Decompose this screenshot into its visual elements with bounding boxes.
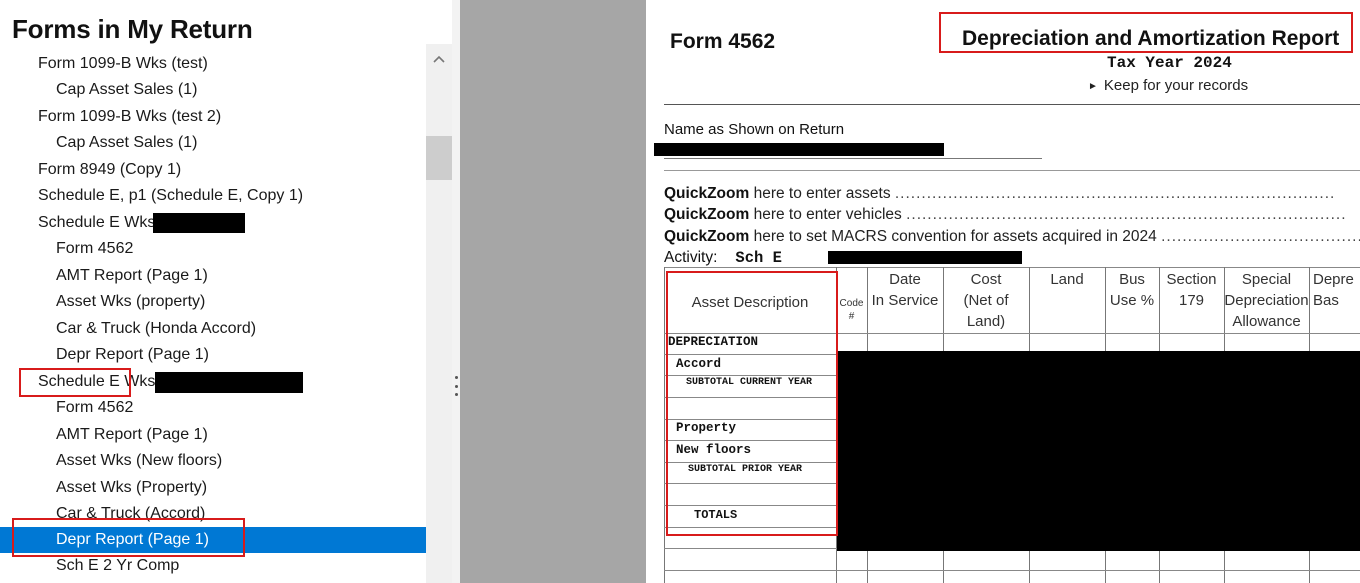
tree-item-cap-asset-sales-2[interactable]: Cap Asset Sales (1): [0, 130, 426, 156]
highlight-box-asset-description: [666, 271, 838, 536]
redaction: [654, 143, 944, 156]
tree-item-asset-wks-property-2[interactable]: Asset Wks (Property): [0, 475, 426, 501]
quickzoom-enter-vehicles[interactable]: QuickZoom here to enter vehicles .......…: [664, 206, 1360, 224]
highlight-box-depr-report: [12, 518, 245, 557]
tree-item-asset-wks-new-floors[interactable]: Asset Wks (New floors): [0, 448, 426, 474]
quickzoom-bold: QuickZoom: [664, 206, 750, 223]
tree-item-label: Form 8949 (Copy 1): [38, 161, 182, 178]
tree-item-label: Form 1099-B Wks (test): [38, 55, 208, 72]
keep-records-text: Keep for your records: [1103, 77, 1249, 94]
tree-item-cap-asset-sales[interactable]: Cap Asset Sales (1): [0, 77, 426, 103]
quickzoom-bold: QuickZoom: [664, 185, 750, 202]
name-label: Name as Shown on Return: [664, 121, 845, 138]
tree-item-label: Schedule E, p1 (Schedule E, Copy 1): [38, 187, 304, 204]
grip-dots-icon: [454, 376, 458, 396]
tree-item-label: Cap Asset Sales (1): [56, 81, 198, 98]
scroll-thumb[interactable]: [426, 136, 452, 180]
activity-label: Activity:: [664, 249, 718, 266]
tree-item-label: Schedule E Wks: [38, 214, 156, 231]
quickzoom-macrs-convention[interactable]: QuickZoom here to set MACRS convention f…: [664, 228, 1360, 246]
tree-item-label: Cap Asset Sales (1): [56, 134, 198, 151]
column-header: Depre Bas: [1313, 271, 1354, 309]
tree-item-form-4562-2[interactable]: Form 4562: [0, 395, 426, 421]
pane-splitter[interactable]: [452, 0, 460, 583]
grid-line: [664, 570, 1360, 571]
form-page: Form 4562 Depreciation and Amortization …: [646, 0, 1360, 583]
tree-item-label: Depr Report (Page 1): [56, 346, 209, 363]
column-header: Cost (Net of Land): [963, 271, 1009, 330]
tree-scrollbar[interactable]: [426, 44, 452, 583]
tree-item-label: Asset Wks (Property): [56, 479, 208, 496]
quickzoom-bold: QuickZoom: [664, 228, 750, 245]
tree-item-amt-report-2[interactable]: AMT Report (Page 1): [0, 422, 426, 448]
quickzoom-text: here to set MACRS convention for assets …: [749, 228, 1162, 245]
tree-item-label: Form 4562: [56, 399, 134, 416]
divider: [664, 104, 1360, 105]
tree-item-amt-report[interactable]: AMT Report (Page 1): [0, 263, 426, 289]
highlight-box-title: [939, 12, 1353, 53]
keep-records-note: ► Keep for your records: [1088, 77, 1248, 94]
leader-dots: ........................................…: [894, 185, 1336, 202]
activity-value: Sch E: [735, 249, 782, 267]
tree-item-label: Car & Truck (Honda Accord): [56, 320, 257, 337]
quickzoom-enter-assets[interactable]: QuickZoom here to enter assets .........…: [664, 185, 1360, 203]
document-gutter: [460, 0, 646, 583]
name-line: [664, 158, 1042, 159]
tree-item-label: AMT Report (Page 1): [56, 267, 208, 284]
column-header: Bus Use %: [1109, 271, 1155, 309]
column-header: Special Depreciation Allowance: [1224, 271, 1309, 330]
scroll-up-button[interactable]: [426, 44, 452, 74]
redaction: [828, 251, 1022, 264]
panel-title: Forms in My Return: [12, 14, 253, 44]
column-header: Code #: [839, 298, 864, 322]
tree-item-label: Form 4562: [56, 240, 134, 257]
tree-item-form-4562[interactable]: Form 4562: [0, 236, 426, 262]
tree-item-label: Form 1099-B Wks (test 2): [38, 108, 222, 125]
tree-item-schedule-e-wks-1[interactable]: Schedule E Wks: [0, 210, 426, 236]
highlight-box-schedule-e-wks: [19, 368, 131, 397]
quickzoom-text: here to enter assets: [749, 185, 895, 202]
redaction: [837, 351, 1360, 551]
tree-item-asset-wks-property[interactable]: Asset Wks (property): [0, 289, 426, 315]
grid-line: [664, 267, 665, 583]
leader-dots: ........................................…: [906, 206, 1347, 223]
tree-item-form-8949[interactable]: Form 8949 (Copy 1): [0, 157, 426, 183]
redaction: [155, 372, 303, 393]
leader-dots: ........................................…: [1161, 228, 1360, 245]
tree-item-label: Asset Wks (property): [56, 293, 206, 310]
tree-item-depr-report-1[interactable]: Depr Report (Page 1): [0, 342, 426, 368]
form-number: Form 4562: [670, 30, 776, 53]
quickzoom-text: here to enter vehicles: [749, 206, 907, 223]
divider: [664, 170, 1360, 171]
redaction: [153, 213, 245, 233]
tree-item-1099b-test2[interactable]: Form 1099-B Wks (test 2): [0, 104, 426, 130]
activity-line: Activity: Sch E: [664, 249, 782, 267]
tax-year: Tax Year 2024: [1107, 54, 1232, 72]
tree-item-car-truck-honda[interactable]: Car & Truck (Honda Accord): [0, 316, 426, 342]
tree-item-label: Asset Wks (New floors): [56, 452, 223, 469]
column-header: Section 179: [1166, 271, 1217, 309]
grid-line: [664, 267, 1360, 268]
column-header: Date In Service: [871, 271, 939, 309]
chevron-up-icon: [433, 55, 445, 63]
tree-item-1099b-test[interactable]: Form 1099-B Wks (test): [0, 51, 426, 77]
column-header: Land: [1050, 271, 1084, 288]
forms-panel: Forms in My Return Form 1099-B Wks (test…: [0, 0, 452, 583]
triangle-right-icon: ►: [1088, 81, 1098, 92]
tree-item-schedule-e-p1[interactable]: Schedule E, p1 (Schedule E, Copy 1): [0, 183, 426, 209]
tree-item-label: AMT Report (Page 1): [56, 426, 208, 443]
